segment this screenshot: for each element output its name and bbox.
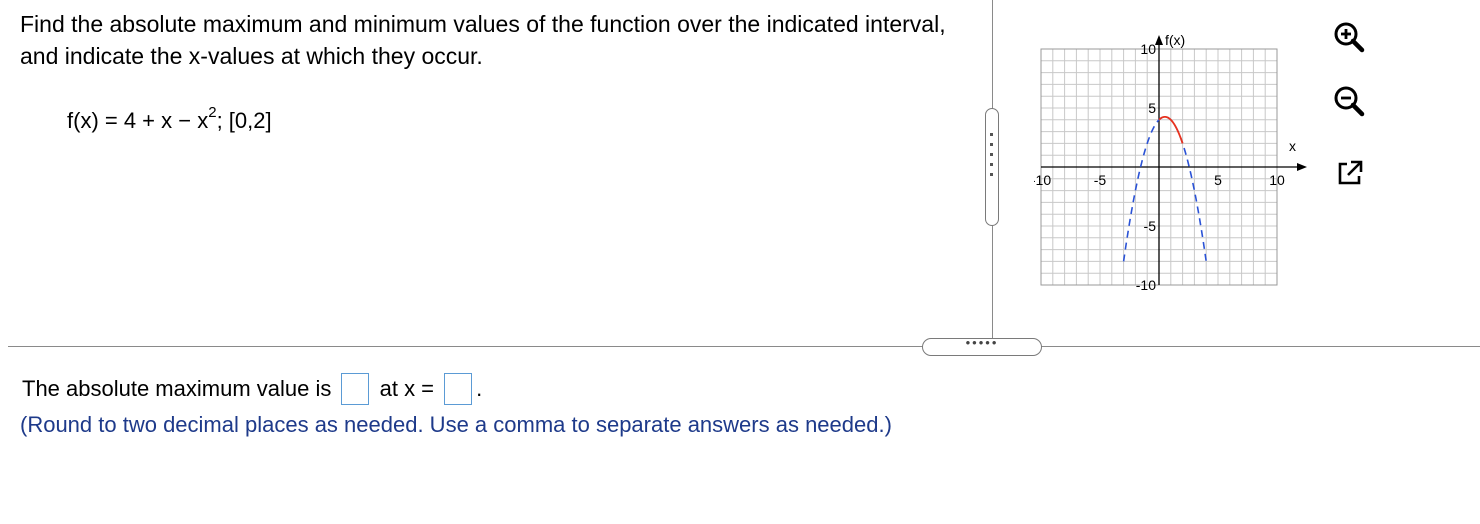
y-tick-label: 10 [1140,41,1156,57]
question-prompt: Find the absolute maximum and minimum va… [20,11,946,69]
y-axis-label: f(x) [1165,32,1185,48]
horizontal-divider [8,346,1480,347]
function-graph: -10 -5 5 10 10 5 -5 -10 f(x) x [1034,32,1307,293]
horizontal-resize-handle[interactable]: ••••• [922,336,1042,356]
answer-prefix: The absolute maximum value is [22,376,332,402]
y-axis-arrow [1155,35,1163,45]
answer-suffix: . [476,376,483,402]
max-value-input[interactable] [341,373,370,406]
x-value-input[interactable] [444,373,473,406]
x-tick-label: -5 [1094,172,1107,188]
y-tick-label: -5 [1144,218,1157,234]
zoom-in-icon[interactable] [1332,20,1366,54]
popout-icon[interactable] [1332,156,1366,190]
x-axis-arrow [1297,163,1307,171]
y-tick-label: 5 [1148,100,1156,116]
zoom-out-icon[interactable] [1332,84,1366,118]
x-tick-label: 5 [1214,172,1222,188]
answer-row: The absolute maximum value is at x = . [22,373,483,406]
function-interval: ; [0,2] [216,108,272,133]
rounding-note: (Round to two decimal places as needed. … [20,412,892,437]
x-tick-label: -10 [1034,172,1051,188]
x-axis-label: x [1289,138,1296,154]
vertical-resize-handle[interactable] [985,108,999,226]
answer-middle: at x = [379,376,435,402]
function-lhs: f(x) = 4 + x − x [67,108,209,133]
function-expression: f(x) = 4 + x − x2; [0,2] [67,104,272,134]
function-exponent: 2 [208,104,217,121]
y-tick-label: -10 [1136,277,1156,293]
parabola-dashed-curve [1122,116,1207,262]
x-tick-label: 10 [1269,172,1285,188]
